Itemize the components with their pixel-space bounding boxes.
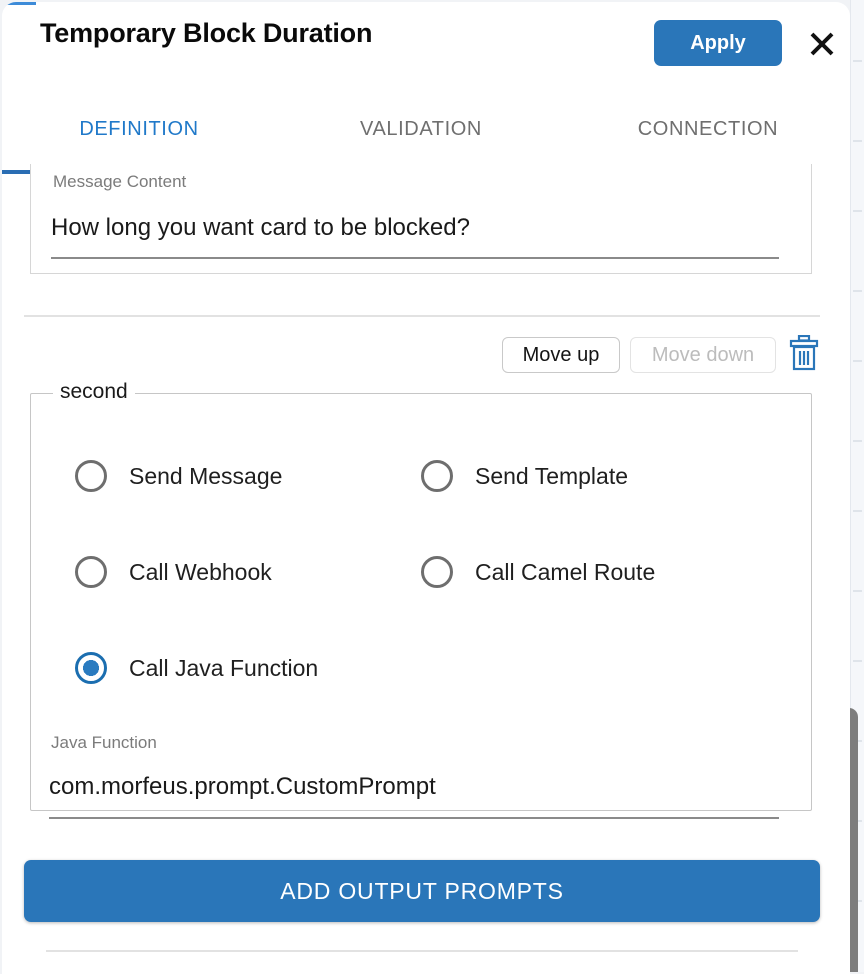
move-up-button[interactable]: Move up: [502, 337, 620, 373]
radio-label: Call Java Function: [129, 654, 319, 681]
message-content-label: Message Content: [53, 172, 187, 191]
definition-panel: Message Content How long you want card t…: [2, 164, 850, 974]
section-divider: [24, 315, 820, 317]
java-function-value[interactable]: com.morfeus.prompt.CustomPrompt: [49, 773, 436, 801]
rail-tick: [853, 660, 862, 662]
rail-tick: [853, 440, 862, 442]
tab-definition[interactable]: DEFINITION: [2, 102, 276, 160]
tab-validation[interactable]: VALIDATION: [276, 102, 566, 160]
rail-tick: [853, 290, 862, 292]
tab-connection[interactable]: CONNECTION: [566, 102, 850, 160]
radio-circle-icon: [75, 460, 107, 492]
radio-call-java-function[interactable]: Call Java Function: [75, 652, 318, 684]
temporary-block-duration-dialog: Temporary Block Duration Apply DEFINITIO…: [2, 2, 850, 974]
dialog-title: Temporary Block Duration: [40, 18, 373, 48]
rail-tick: [853, 140, 862, 142]
java-function-underline: [49, 817, 779, 819]
radio-circle-icon: [421, 460, 453, 492]
move-down-button[interactable]: Move down: [630, 337, 776, 373]
trash-icon: [789, 334, 819, 370]
action-group-second: second Send Message Send Template Call W…: [30, 380, 812, 819]
radio-circle-selected-icon: [75, 652, 107, 684]
message-content-underline: [51, 257, 779, 259]
delete-item-button[interactable]: [788, 334, 820, 374]
page-scrollbar-track[interactable]: [840, 0, 864, 972]
radio-call-camel-route[interactable]: Call Camel Route: [421, 556, 655, 588]
apply-button[interactable]: Apply: [654, 20, 782, 66]
rail-tick: [853, 60, 862, 62]
radio-label: Send Template: [475, 462, 629, 489]
radio-circle-icon: [421, 556, 453, 588]
java-function-label: Java Function: [51, 733, 157, 752]
message-content-card: Message Content How long you want card t…: [30, 164, 812, 274]
rail-tick: [853, 210, 862, 212]
close-icon: [810, 32, 834, 56]
radio-send-template[interactable]: Send Template: [421, 460, 628, 492]
rail-tick: [853, 590, 862, 592]
bottom-divider: [46, 950, 798, 952]
dialog-header: Temporary Block Duration Apply: [2, 2, 850, 88]
tab-bar: DEFINITION VALIDATION CONNECTION: [2, 102, 850, 174]
add-output-prompts-button[interactable]: ADD OUTPUT PROMPTS: [24, 860, 820, 922]
close-button[interactable]: [802, 24, 842, 64]
group-legend: second: [53, 380, 135, 404]
radio-send-message[interactable]: Send Message: [75, 460, 282, 492]
radio-label: Call Camel Route: [475, 558, 656, 585]
radio-label: Call Webhook: [129, 558, 272, 585]
rail-tick: [853, 360, 862, 362]
message-content-value[interactable]: How long you want card to be blocked?: [51, 214, 470, 242]
rail-tick: [853, 510, 862, 512]
radio-label: Send Message: [129, 462, 283, 489]
radio-circle-icon: [75, 556, 107, 588]
radio-call-webhook[interactable]: Call Webhook: [75, 556, 272, 588]
